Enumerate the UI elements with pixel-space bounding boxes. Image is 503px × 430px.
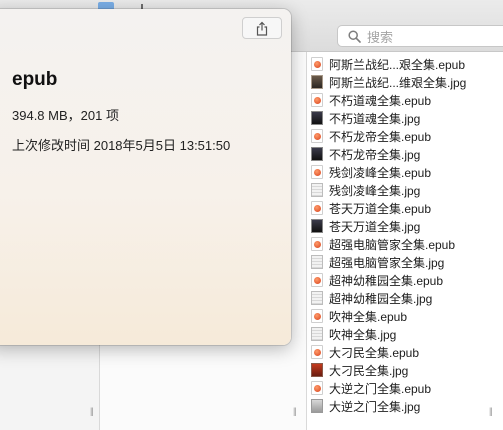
file-row[interactable]: 不朽龙帝全集.epub	[307, 127, 503, 145]
file-row[interactable]: 吹神全集.epub	[307, 307, 503, 325]
file-row[interactable]: 超神幼稚园全集.jpg	[307, 289, 503, 307]
column-resize-handle[interactable]: ||	[90, 406, 94, 416]
search-placeholder: 搜索	[367, 29, 394, 45]
file-row[interactable]: 不朽道魂全集.jpg	[307, 109, 503, 127]
file-name: 残剑凌峰全集.epub	[329, 165, 432, 180]
file-row[interactable]: 阿斯兰战纪...艰全集.epub	[307, 55, 503, 73]
file-name: 阿斯兰战纪...艰全集.epub	[329, 57, 466, 72]
epub-file-icon	[311, 273, 323, 287]
file-name: 吹神全集.jpg	[329, 327, 397, 342]
search-input[interactable]: 搜索	[337, 25, 503, 47]
file-row[interactable]: 阿斯兰战纪...维艰全集.jpg	[307, 73, 503, 91]
image-file-icon	[311, 219, 323, 233]
item-modified-date: 上次修改时间 2018年5月5日 13:51:50	[12, 138, 231, 153]
file-list: 阿斯兰战纪...艰全集.epub 阿斯兰战纪...维艰全集.jpg 不朽道魂全集.e…	[307, 55, 503, 415]
epub-file-icon	[311, 57, 323, 71]
share-icon	[256, 21, 268, 36]
file-name: 残剑凌峰全集.jpg	[329, 183, 421, 198]
epub-file-icon	[311, 165, 323, 179]
file-row[interactable]: 大逆之门全集.epub	[307, 379, 503, 397]
file-name: 不朽道魂全集.epub	[329, 93, 432, 108]
file-name: 大刁民全集.epub	[329, 345, 420, 360]
file-name: 吹神全集.epub	[329, 309, 408, 324]
file-name: 超神幼稚园全集.epub	[329, 273, 444, 288]
item-size-count: 394.8 MB，201 项	[12, 108, 119, 123]
column-resize-handle[interactable]: ||	[293, 406, 297, 416]
file-name: 大刁民全集.jpg	[329, 363, 409, 378]
file-name: 苍天万道全集.epub	[329, 201, 432, 216]
file-name: 超神幼稚园全集.jpg	[329, 291, 433, 306]
file-name: 不朽道魂全集.jpg	[329, 111, 421, 126]
column-resize-handle[interactable]: ||	[489, 406, 493, 416]
file-name: 阿斯兰战纪...维艰全集.jpg	[329, 75, 467, 90]
epub-file-icon	[311, 129, 323, 143]
epub-file-icon	[311, 381, 323, 395]
file-row[interactable]: 超强电脑管家全集.jpg	[307, 253, 503, 271]
image-file-icon	[311, 183, 323, 197]
info-popover: epub 394.8 MB，201 项 上次修改时间 2018年5月5日 13:…	[0, 9, 291, 345]
file-row[interactable]: 大刁民全集.epub	[307, 343, 503, 361]
search-icon	[348, 29, 361, 43]
image-file-icon	[311, 291, 323, 305]
image-file-icon	[311, 75, 323, 89]
epub-file-icon	[311, 93, 323, 107]
file-row[interactable]: 残剑凌峰全集.epub	[307, 163, 503, 181]
item-title: epub	[12, 69, 58, 90]
file-row[interactable]: 不朽龙帝全集.jpg	[307, 145, 503, 163]
file-name: 超强电脑管家全集.jpg	[329, 255, 445, 270]
file-row[interactable]: 大逆之门全集.jpg	[307, 397, 503, 415]
file-name: 大逆之门全集.jpg	[329, 399, 421, 414]
epub-file-icon	[311, 345, 323, 359]
epub-file-icon	[311, 309, 323, 323]
browser-column-files[interactable]: 阿斯兰战纪...艰全集.epub 阿斯兰战纪...维艰全集.jpg 不朽道魂全集.e…	[307, 52, 503, 430]
image-file-icon	[311, 399, 323, 413]
epub-file-icon	[311, 201, 323, 215]
file-row[interactable]: 大刁民全集.jpg	[307, 361, 503, 379]
file-row[interactable]: 吹神全集.jpg	[307, 325, 503, 343]
share-button[interactable]	[242, 17, 282, 39]
file-name: 大逆之门全集.epub	[329, 381, 432, 396]
file-row[interactable]: 苍天万道全集.jpg	[307, 217, 503, 235]
image-file-icon	[311, 111, 323, 125]
file-row[interactable]: 苍天万道全集.epub	[307, 199, 503, 217]
image-file-icon	[311, 255, 323, 269]
epub-file-icon	[311, 237, 323, 251]
file-row[interactable]: 超神幼稚园全集.epub	[307, 271, 503, 289]
image-file-icon	[311, 147, 323, 161]
file-name: 不朽龙帝全集.epub	[329, 129, 432, 144]
image-file-icon	[311, 327, 323, 341]
file-row[interactable]: 超强电脑管家全集.epub	[307, 235, 503, 253]
file-row[interactable]: 残剑凌峰全集.jpg	[307, 181, 503, 199]
file-name: 苍天万道全集.jpg	[329, 219, 421, 234]
file-name: 不朽龙帝全集.jpg	[329, 147, 421, 162]
image-file-icon	[311, 363, 323, 377]
file-name: 超强电脑管家全集.epub	[329, 237, 456, 252]
file-row[interactable]: 不朽道魂全集.epub	[307, 91, 503, 109]
